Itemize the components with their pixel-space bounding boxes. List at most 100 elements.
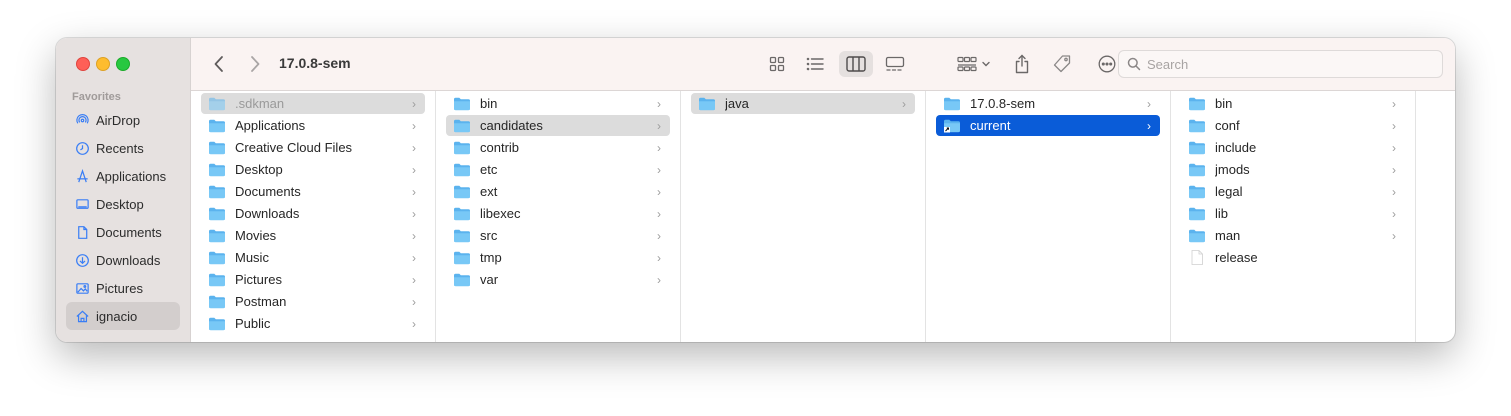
item-label: 17.0.8-sem [970, 96, 1036, 111]
folder-icon [208, 316, 226, 331]
sidebar-item-recents[interactable]: Recents [66, 134, 180, 162]
item-label: Downloads [235, 206, 300, 221]
folder-icon [453, 250, 471, 265]
folder-icon [453, 206, 471, 221]
sidebar-item-downloads[interactable]: Downloads [66, 246, 180, 274]
chevron-right-icon: › [412, 294, 416, 309]
chevron-right-icon [251, 56, 260, 72]
sidebar-item-label: ignacio [96, 308, 138, 324]
file-row[interactable]: release [1181, 247, 1405, 268]
folder-icon [208, 250, 226, 265]
sidebar-item-label: AirDrop [96, 112, 141, 128]
chevron-right-icon: › [1392, 118, 1396, 133]
column-1: .sdkman › Applications › Creative Cloud File… [191, 91, 436, 342]
sidebar-item-airdrop[interactable]: AirDrop [66, 106, 180, 134]
column-view-button[interactable] [839, 51, 873, 77]
folder-row[interactable]: etc › [446, 159, 670, 180]
folder-row[interactable]: java › [691, 93, 915, 114]
folder-row[interactable]: Creative Cloud Files › [201, 137, 425, 158]
item-label: bin [1215, 96, 1233, 111]
search-field[interactable] [1118, 50, 1443, 78]
back-button[interactable] [209, 52, 229, 76]
chevron-right-icon: › [657, 96, 661, 111]
download-icon [74, 252, 90, 268]
sidebar: Favorites AirDrop Recents Applications D… [56, 38, 191, 342]
sidebar-item-documents[interactable]: Documents [66, 218, 180, 246]
folder-row[interactable]: man › [1181, 225, 1405, 246]
folder-row[interactable]: Desktop › [201, 159, 425, 180]
folder-icon [208, 96, 226, 111]
zoom-window-button[interactable] [116, 57, 130, 71]
sidebar-item-ignacio[interactable]: ignacio [66, 302, 180, 330]
folder-row[interactable]: ext › [446, 181, 670, 202]
chevron-right-icon: › [412, 162, 416, 177]
folder-row[interactable]: Downloads › [201, 203, 425, 224]
file-icon [1188, 250, 1206, 265]
close-window-button[interactable] [76, 57, 90, 71]
item-label: candidates [480, 118, 543, 133]
desktop-icon [74, 196, 90, 212]
folder-row[interactable]: tmp › [446, 247, 670, 268]
chevron-right-icon: › [902, 96, 906, 111]
folder-row[interactable]: include › [1181, 137, 1405, 158]
folder-row[interactable]: legal › [1181, 181, 1405, 202]
folder-row[interactable]: Pictures › [201, 269, 425, 290]
item-label: libexec [480, 206, 521, 221]
share-button[interactable] [1011, 52, 1033, 76]
sidebar-item-desktop[interactable]: Desktop [66, 190, 180, 218]
folder-row[interactable]: lib › [1181, 203, 1405, 224]
chevron-right-icon: › [657, 162, 661, 177]
list-view-button[interactable] [802, 52, 828, 76]
folder-row[interactable]: Music › [201, 247, 425, 268]
item-label: lib [1215, 206, 1229, 221]
folder-row[interactable]: Applications › [201, 115, 425, 136]
folder-row[interactable]: bin › [1181, 93, 1405, 114]
gallery-view-button[interactable] [882, 52, 908, 76]
folder-row[interactable]: bin › [446, 93, 670, 114]
folder-row[interactable]: contrib › [446, 137, 670, 158]
folder-row[interactable]: var › [446, 269, 670, 290]
group-by-button[interactable] [954, 52, 994, 76]
forward-button[interactable] [245, 52, 265, 76]
search-icon [1127, 57, 1141, 71]
folder-icon [208, 162, 226, 177]
folder-row[interactable]: current › [936, 115, 1160, 136]
folder-icon [943, 96, 961, 111]
folder-icon [1188, 118, 1206, 133]
item-label: conf [1215, 118, 1240, 133]
clock-icon [74, 140, 90, 156]
tag-button[interactable] [1050, 52, 1074, 76]
airdrop-icon [74, 112, 90, 128]
sidebar-item-label: Pictures [96, 280, 143, 296]
folder-row[interactable]: Postman › [201, 291, 425, 312]
icon-view-button[interactable] [765, 52, 789, 76]
folder-row[interactable]: candidates › [446, 115, 670, 136]
item-label: release [1215, 250, 1258, 265]
chevron-right-icon: › [657, 206, 661, 221]
sidebar-section-favorites: Favorites [72, 91, 121, 103]
gallery-icon [885, 56, 905, 71]
folder-row[interactable]: .sdkman › [201, 93, 425, 114]
item-label: man [1215, 228, 1241, 243]
folder-row[interactable]: src › [446, 225, 670, 246]
sidebar-item-applications[interactable]: Applications [66, 162, 180, 190]
folder-row[interactable]: conf › [1181, 115, 1405, 136]
folder-icon [1188, 184, 1206, 199]
folder-row[interactable]: libexec › [446, 203, 670, 224]
folder-row[interactable]: Public › [201, 313, 425, 334]
item-label: current [970, 118, 1011, 133]
minimize-window-button[interactable] [96, 57, 110, 71]
search-input[interactable] [1147, 56, 1427, 72]
home-icon [74, 308, 90, 324]
item-label: jmods [1215, 162, 1250, 177]
folder-icon [208, 294, 226, 309]
folder-icon [1188, 162, 1206, 177]
folder-row[interactable]: Documents › [201, 181, 425, 202]
item-label: ext [480, 184, 498, 199]
folder-row[interactable]: 17.0.8-sem › [936, 93, 1160, 114]
sidebar-item-pictures[interactable]: Pictures [66, 274, 180, 302]
folder-row[interactable]: jmods › [1181, 159, 1405, 180]
folder-row[interactable]: Movies › [201, 225, 425, 246]
item-label: java [725, 96, 749, 111]
folder-icon [453, 184, 471, 199]
